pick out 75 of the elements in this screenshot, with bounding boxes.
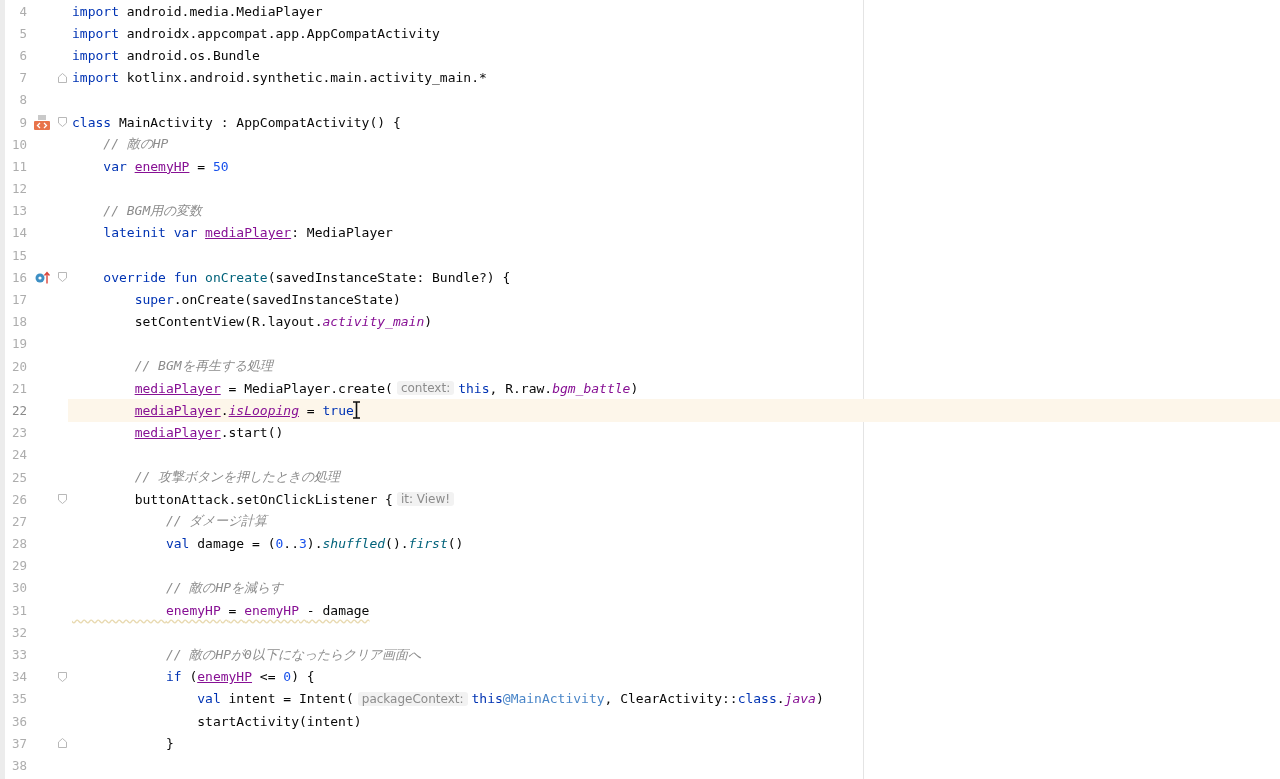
parameter-hint: context: xyxy=(396,381,455,396)
line-number: 8 xyxy=(18,92,27,108)
line-number: 14 xyxy=(10,225,27,241)
code-text: var enemyHP = 50 xyxy=(102,158,229,174)
fold-marker-icon[interactable] xyxy=(57,272,67,283)
code-text: if (enemyHP <= 0) { xyxy=(164,669,315,685)
line-number: 26 xyxy=(10,491,27,507)
code-text: lateinit var mediaPlayer: MediaPlayer xyxy=(102,225,393,241)
code-text: this, R.raw.bgm_battle) xyxy=(458,380,639,396)
line-number: 7 xyxy=(18,70,27,86)
code-text: mediaPlayer = MediaPlayer.create( xyxy=(133,380,393,396)
line-number: 21 xyxy=(10,380,27,396)
fold-marker-icon[interactable] xyxy=(57,117,67,128)
code-text: import android.media.MediaPlayer xyxy=(72,3,323,19)
code-text: import kotlinx.android.synthetic.main.activity_main.* xyxy=(72,70,487,86)
code-text: enemyHP = enemyHP - damage xyxy=(164,602,370,618)
line-number: 17 xyxy=(10,292,27,308)
line-number: 23 xyxy=(10,425,27,441)
line-number: 9 xyxy=(18,114,27,130)
line-number: 19 xyxy=(10,336,27,352)
line-number: 6 xyxy=(18,47,27,63)
code-text: class MainActivity : AppCompatActivity() { xyxy=(72,114,401,130)
code-text: startActivity(intent) xyxy=(196,713,362,729)
code-text: // 敵のHPを減らす xyxy=(164,578,284,597)
code-text: } xyxy=(164,735,174,751)
code-text: import android.os.Bundle xyxy=(72,47,260,63)
code-text: // ダメージ計算 xyxy=(164,512,268,531)
code-text: val damage = (0..3).shuffled().first() xyxy=(164,536,464,552)
line-number: 28 xyxy=(10,536,27,552)
code-text: // BGM用の変数 xyxy=(102,201,203,220)
line-number: 37 xyxy=(10,735,27,751)
line-number: 32 xyxy=(10,624,27,640)
line-number: 24 xyxy=(10,447,27,463)
line-number: 12 xyxy=(10,181,27,197)
code-text: // BGMを再生する処理 xyxy=(133,357,273,376)
line-number: 16 xyxy=(10,269,27,285)
code-text: // 敵のHP xyxy=(102,135,169,154)
fold-marker-icon[interactable] xyxy=(57,494,67,505)
line-number: 5 xyxy=(18,25,27,41)
line-number: 34 xyxy=(10,669,27,685)
line-number: 30 xyxy=(10,580,27,596)
line-number: 33 xyxy=(10,647,27,663)
line-number: 29 xyxy=(10,558,27,574)
line-number: 13 xyxy=(10,203,27,219)
code-text: // 敵のHPが0以下になったらクリア画面へ xyxy=(164,645,421,664)
line-number: 11 xyxy=(10,158,27,174)
line-number: 25 xyxy=(10,469,27,485)
line-number: 22 xyxy=(10,402,27,418)
code-text: // 攻撃ボタンを押したときの処理 xyxy=(133,468,341,487)
code-text: val intent = Intent( xyxy=(196,691,354,707)
line-number: 31 xyxy=(10,602,27,618)
line-number: 27 xyxy=(10,513,27,529)
fold-end-marker-icon[interactable] xyxy=(57,738,67,749)
code-text: override fun onCreate(savedInstanceState: Bundle?) { xyxy=(102,269,511,285)
line-number: 20 xyxy=(10,358,27,374)
fold-marker-icon[interactable] xyxy=(57,671,67,682)
layout-file-icon[interactable] xyxy=(34,114,50,130)
code-text: this@MainActivity, ClearActivity::class.java) xyxy=(471,691,824,707)
code-text: buttonAttack.setOnClickListener { xyxy=(133,491,393,507)
line-number: 15 xyxy=(10,247,27,263)
parameter-hint: it: View! xyxy=(396,492,455,507)
parameter-hint: packageContext: xyxy=(357,691,468,706)
code-text: mediaPlayer.start() xyxy=(133,425,284,441)
fold-end-marker-icon[interactable] xyxy=(57,72,67,83)
code-text: import androidx.appcompat.app.AppCompatActivity xyxy=(72,25,440,41)
line-number: 4 xyxy=(18,3,27,19)
line-number: 10 xyxy=(10,136,27,152)
code-text: super.onCreate(savedInstanceState) xyxy=(133,292,401,308)
line-number: 36 xyxy=(10,713,27,729)
line-number: 18 xyxy=(10,314,27,330)
override-method-icon[interactable] xyxy=(34,270,50,284)
line-number: 35 xyxy=(10,691,27,707)
code-text: setContentView(R.layout.activity_main) xyxy=(133,314,433,330)
code-text: mediaPlayer.isLooping = true xyxy=(133,402,354,418)
line-number: 38 xyxy=(10,757,27,773)
